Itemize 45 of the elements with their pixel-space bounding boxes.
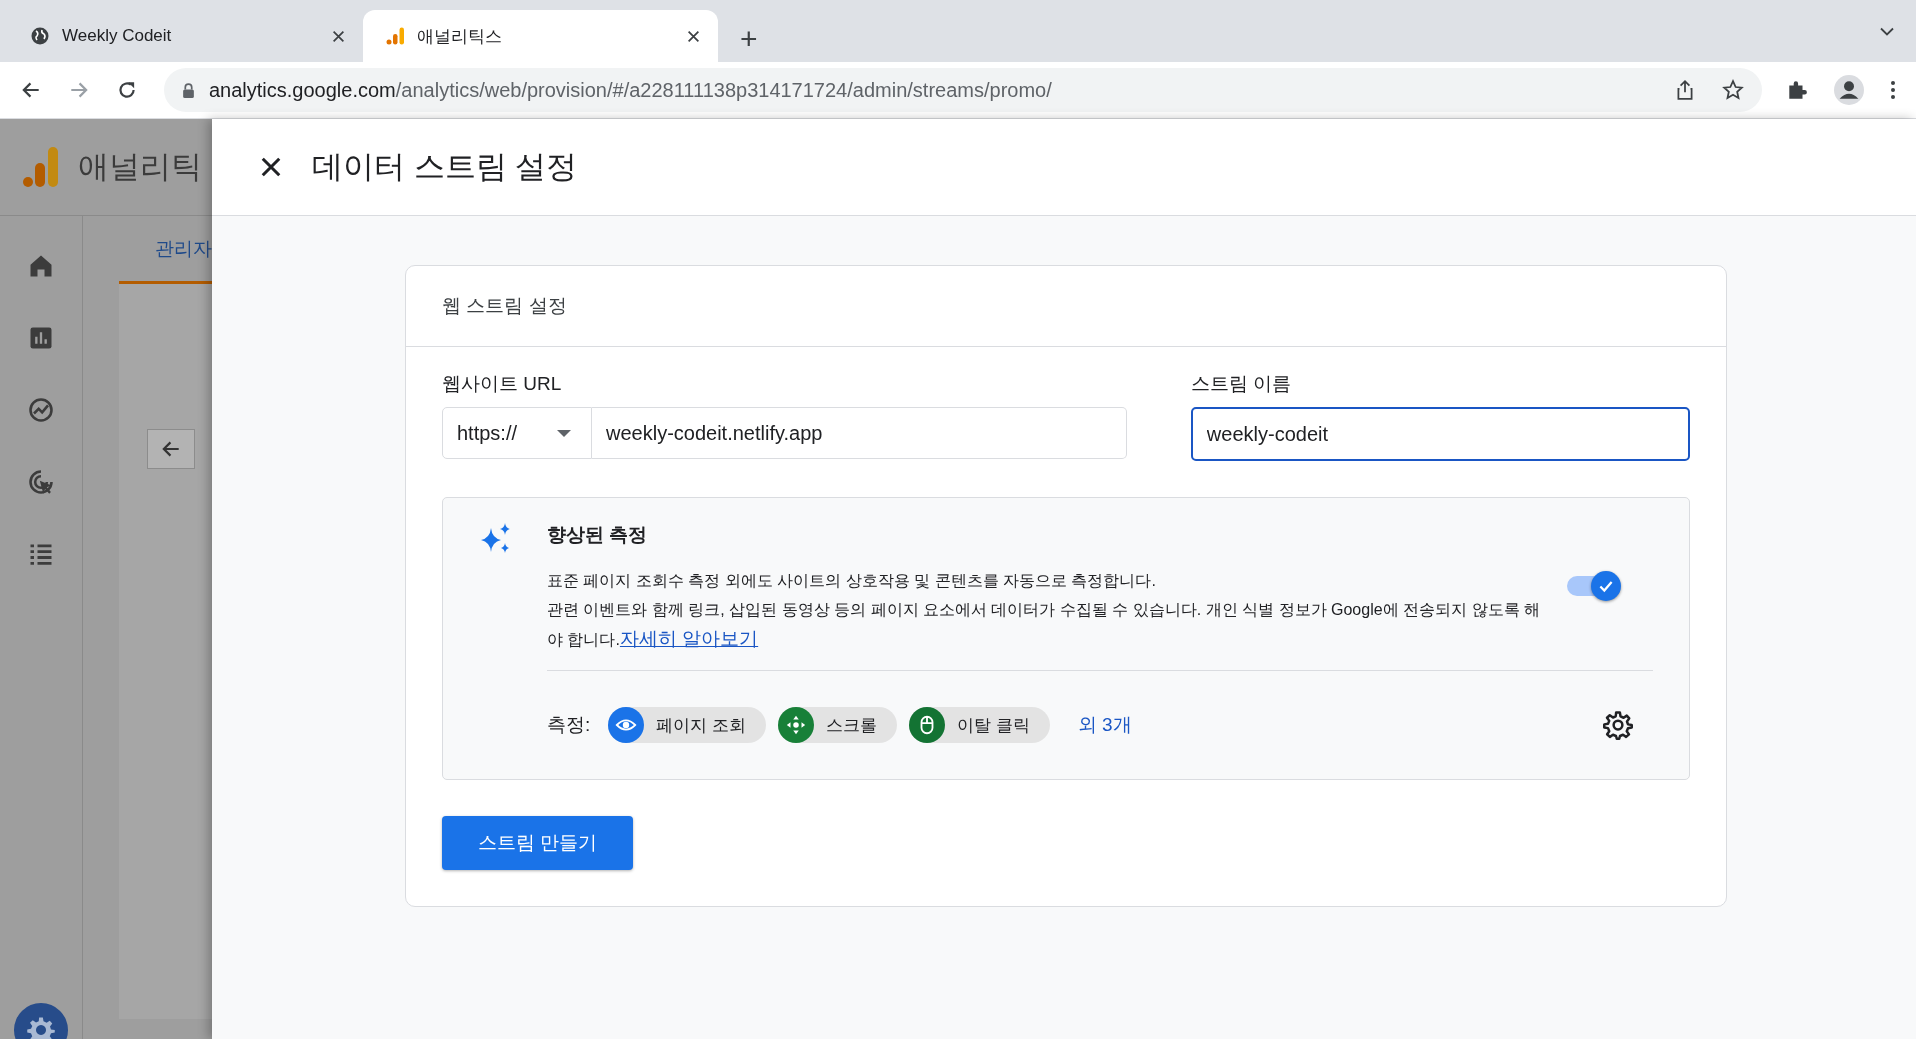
globe-icon: [30, 26, 50, 46]
close-icon[interactable]: [332, 29, 345, 43]
protocol-dropdown[interactable]: https://: [442, 407, 592, 459]
description-text: 관련 이벤트와 함께 링크, 삽입된 동영상 등의 페이지 요소에서 데이터가 수집될 수 있습니다. 개인 식별 정보가 Google에 전송되지 않도록 해야 합니다.자세히 알아보기: [547, 600, 1541, 651]
measures-label: 측정:: [547, 713, 591, 737]
learn-more-link[interactable]: 자세히 알아보기: [619, 628, 759, 649]
measure-chip: 이탈 클릭: [909, 707, 1050, 743]
star-icon[interactable]: [1722, 79, 1744, 101]
profile-avatar-icon[interactable]: [1834, 75, 1864, 105]
close-icon[interactable]: [687, 29, 700, 43]
measure-chip: 스크롤: [778, 707, 897, 743]
back-button[interactable]: [147, 429, 195, 469]
move-arrows-icon: [785, 714, 807, 736]
browser-tab[interactable]: Weekly Codeit: [8, 10, 363, 62]
field-label: 스트림 이름: [1190, 372, 1293, 396]
close-icon[interactable]: [260, 156, 282, 178]
field-label: 웹사이트 URL: [442, 372, 563, 396]
app-title: 애널리틱: [78, 148, 202, 186]
measure-chip: 페이지 조회: [608, 707, 766, 743]
bar-chart-logo-icon: [22, 146, 58, 188]
stream-name-input-field[interactable]: weekly-codeit: [1190, 407, 1690, 461]
caret-down-icon: [557, 429, 571, 437]
settings-icon: [26, 1015, 56, 1039]
chevron-down-icon[interactable]: [1880, 27, 1894, 36]
address-bar[interactable]: analytics.google.com/analytics/web/provision/#/a228111138p314171724/admin/streams/promo/: [164, 68, 1762, 112]
menu-icon[interactable]: [1890, 79, 1896, 101]
create-stream-button[interactable]: 스트림 만들기: [442, 816, 634, 870]
url-text: analytics.google.com/analytics/web/provision/#/a228111138p314171724/admin/streams/promo/: [209, 78, 1053, 102]
section-title: 향상된 측정: [547, 523, 649, 547]
reload-icon[interactable]: [116, 79, 138, 101]
settings-icon[interactable]: [1603, 710, 1633, 740]
url-input-field[interactable]: weekly-codeit.netlify.app: [592, 407, 1127, 459]
panel-title: 데이터 스트림 설정: [312, 148, 578, 186]
description-text: 표준 페이지 조회수 측정 외에도 사이트의 상호작용 및 콘텐츠를 자동으로 측정합니다.: [547, 571, 1157, 591]
new-tab-button[interactable]: +: [732, 22, 766, 56]
card-title: 웹 스트림 설정: [442, 294, 567, 318]
tab-title: Weekly Codeit: [62, 26, 173, 46]
bar-chart-icon: [385, 26, 405, 46]
browser-tab[interactable]: 애널리틱스: [363, 10, 718, 62]
lock-icon: [182, 82, 195, 98]
cursor-target-icon: [27, 468, 55, 496]
tab-title: 애널리틱스: [417, 25, 503, 48]
more-measures-link[interactable]: 외 3개: [1077, 712, 1132, 738]
puzzle-icon[interactable]: [1786, 79, 1808, 101]
trend-circle-icon: [27, 396, 55, 424]
